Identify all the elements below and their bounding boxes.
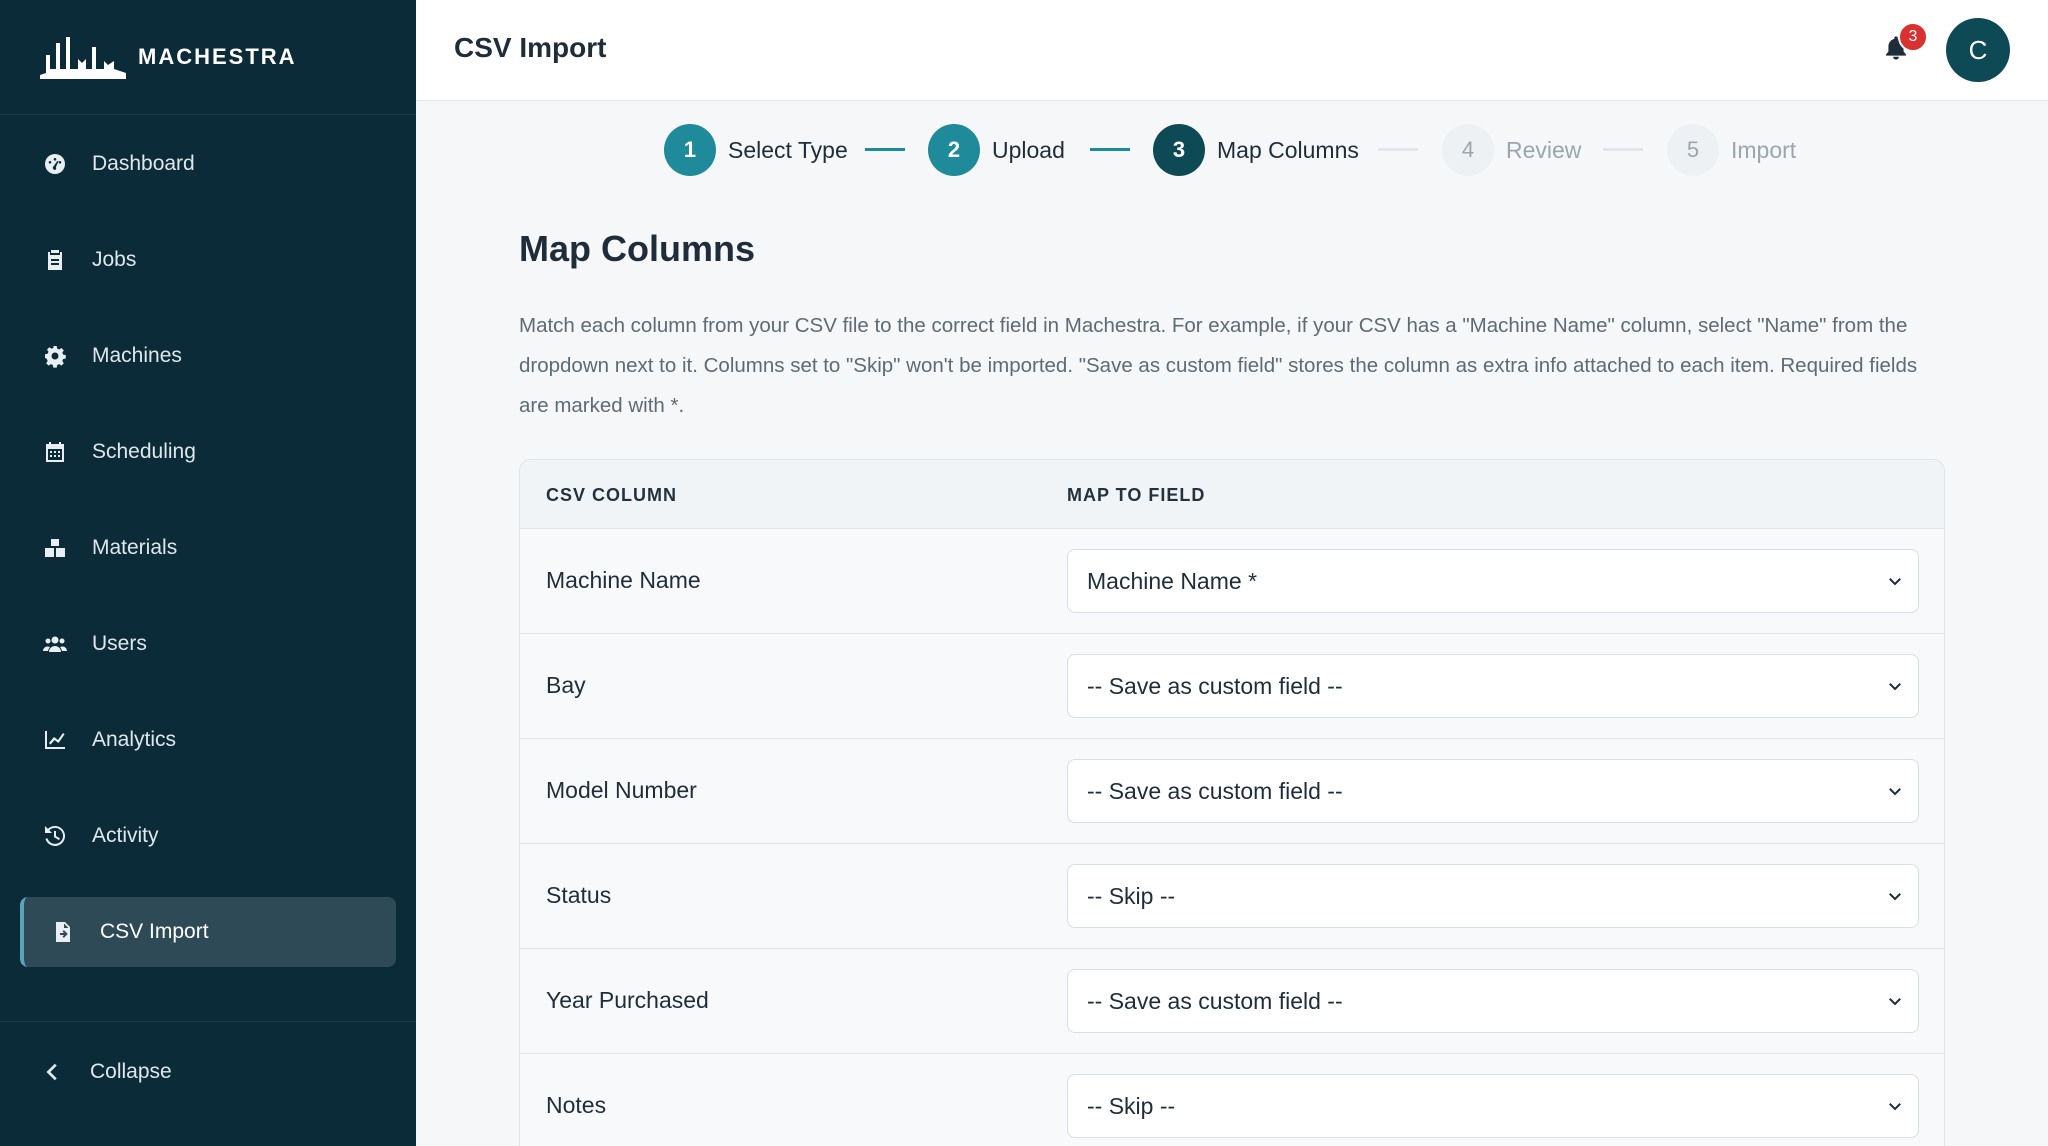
sidebar-item-analytics[interactable]: Analytics [20,705,396,775]
step-number: 5 [1667,124,1719,176]
table-header: CSV COLUMN MAP TO FIELD [520,460,1944,529]
step-map-columns[interactable]: 3 Map Columns [1153,124,1359,176]
boxes-icon [42,535,68,561]
map-to-field-select[interactable]: Machine Name * [1067,549,1919,613]
csv-column-name: Machine Name [546,567,701,593]
sidebar-item-label: Scheduling [92,440,196,463]
table-row: Model Number -- Save as custom field -- [520,739,1944,844]
step-label: Review [1506,136,1582,163]
csv-column-name: Model Number [546,777,697,803]
csv-column-name: Notes [546,1092,607,1118]
avatar[interactable]: C [1946,18,2010,82]
collapse-label: Collapse [90,1060,172,1083]
section-description: Match each column from your CSV file to … [519,314,1918,417]
chevron-down-icon [1886,1097,1904,1115]
chevron-down-icon [1886,782,1904,800]
step-number: 1 [664,124,716,176]
select-value: -- Skip -- [1087,1092,1176,1119]
step-number: 3 [1153,124,1205,176]
chevron-left-icon [46,1063,57,1081]
sidebar-item-scheduling[interactable]: Scheduling [20,417,396,487]
column-mapping-table: CSV COLUMN MAP TO FIELD Machine Name Mac… [519,459,1945,1146]
select-value: Machine Name * [1087,567,1258,594]
clipboard-icon [42,247,68,273]
brand-name: MACHESTRA [138,44,297,69]
sidebar-item-label: Activity [92,824,159,847]
column-header-map-to-field: MAP TO FIELD [1067,485,1206,505]
step-number: 4 [1442,124,1494,176]
map-to-field-select[interactable]: -- Skip -- [1067,864,1919,928]
chevron-down-icon [1886,887,1904,905]
chevron-down-icon [1886,677,1904,695]
select-value: -- Save as custom field -- [1087,777,1343,804]
step-select-type[interactable]: 1 Select Type [664,124,848,176]
table-row: Year Purchased -- Save as custom field -… [520,949,1944,1054]
app-root: MACHESTRA Dashboard Jobs Machines Schedu… [0,0,2048,1146]
sidebar-item-activity[interactable]: Activity [20,801,396,871]
users-icon [42,631,68,657]
step-connector [865,148,905,151]
map-to-field-select[interactable]: -- Save as custom field -- [1067,654,1919,718]
sidebar-item-materials[interactable]: Materials [20,513,396,583]
chart-line-icon [42,727,68,753]
csv-column-name: Status [546,882,612,908]
select-value: -- Save as custom field -- [1087,987,1343,1014]
map-to-field-select[interactable]: -- Save as custom field -- [1067,969,1919,1033]
section-title: Map Columns [519,228,756,269]
step-connector [1378,148,1418,151]
step-review: 4 Review [1442,124,1581,176]
step-connector [1603,148,1643,151]
sidebar-item-users[interactable]: Users [20,609,396,679]
chevron-down-icon [1886,572,1904,590]
step-label: Import [1731,136,1797,163]
select-value: -- Skip -- [1087,882,1176,909]
calendar-icon [42,439,68,465]
sidebar-item-label: Materials [92,536,178,559]
step-label: Select Type [728,136,848,163]
sidebar: MACHESTRA Dashboard Jobs Machines Schedu… [0,0,416,1146]
factory-logo-icon [40,37,126,79]
step-number: 2 [928,124,980,176]
dashboard-icon [42,151,68,177]
sidebar-item-dashboard[interactable]: Dashboard [20,129,396,199]
step-connector [1090,148,1130,151]
table-row: Bay -- Save as custom field -- [520,634,1944,739]
sidebar-item-machines[interactable]: Machines [20,321,396,391]
column-header-csv-column: CSV COLUMN [546,485,677,505]
map-to-field-select[interactable]: -- Skip -- [1067,1074,1919,1138]
select-value: -- Save as custom field -- [1087,672,1343,699]
map-to-field-select[interactable]: -- Save as custom field -- [1067,759,1919,823]
sidebar-item-label: Machines [92,344,182,367]
table-row: Notes -- Skip -- [520,1054,1944,1146]
history-icon [42,823,68,849]
chevron-down-icon [1886,992,1904,1010]
sidebar-item-label: Dashboard [92,152,195,175]
collapse-button[interactable]: Collapse [42,1060,172,1084]
step-label: Upload [992,136,1065,163]
sidebar-footer: Collapse [0,1021,416,1146]
sidebar-item-label: CSV Import [100,920,209,943]
sidebar-item-label: Analytics [92,728,177,751]
brand[interactable]: MACHESTRA [0,0,416,115]
table-row: Status -- Skip -- [520,844,1944,949]
table-row: Machine Name Machine Name * [520,529,1944,634]
step-import: 5 Import [1667,124,1796,176]
file-import-icon [50,919,76,945]
notification-count-badge: 3 [1898,22,1928,52]
step-upload[interactable]: 2 Upload [928,124,1065,176]
sidebar-item-jobs[interactable]: Jobs [20,225,396,295]
sidebar-item-label: Jobs [92,248,137,271]
sidebar-item-label: Users [92,632,147,655]
csv-column-name: Year Purchased [546,987,709,1013]
csv-column-name: Bay [546,672,586,698]
page-title: CSV Import [454,32,607,63]
top-header: CSV Import 3 C [416,0,2048,101]
step-label: Map Columns [1217,136,1359,163]
import-stepper: 1 Select Type 2 Upload 3 Map Columns 4 R… [416,101,2048,201]
gear-icon [42,343,68,369]
sidebar-item-csv-import[interactable]: CSV Import [20,897,396,967]
